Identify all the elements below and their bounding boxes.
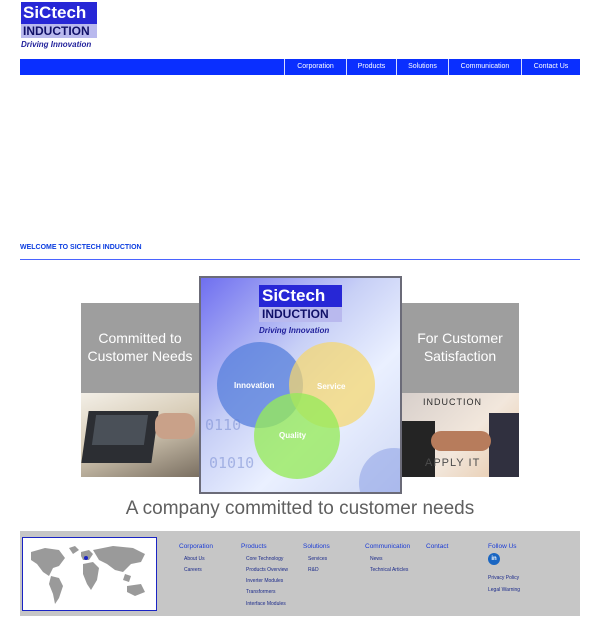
photo-apply-text: APPLY IT	[425, 457, 481, 469]
nav-products[interactable]: Products	[346, 59, 396, 75]
handshake-image	[431, 431, 491, 451]
laptop-photo	[81, 393, 199, 477]
decorative-circle	[359, 448, 400, 492]
world-map-image[interactable]	[22, 537, 157, 611]
banner-left-text: Committed to Customer Needs	[87, 330, 193, 364]
footer-heading-solutions[interactable]: Solutions	[303, 543, 330, 550]
footer-link-about-us[interactable]: About Us	[184, 556, 205, 562]
footer-link-technical-articles[interactable]: Technical Articles	[370, 567, 408, 573]
banner-caption: A company committed to customer needs	[125, 498, 475, 519]
logo-line-2: INDUCTION	[21, 24, 97, 38]
site-logo[interactable]: SiCtech INDUCTION Driving Innovation	[21, 2, 97, 49]
welcome-heading: WELCOME TO SICTECH INDUCTION	[20, 244, 142, 251]
footer-heading-follow-us: Follow Us	[488, 543, 517, 550]
logo-tagline: Driving Innovation	[21, 40, 92, 49]
banner-logo-line-2: INDUCTION	[259, 307, 342, 322]
footer-link-core-technology[interactable]: Core Technology	[246, 556, 283, 562]
footer-link-services[interactable]: Services	[308, 556, 327, 562]
nav-contact-us[interactable]: Contact Us	[521, 59, 580, 75]
main-nav: Corporation Products Solutions Communica…	[20, 59, 580, 75]
banner-logo-line-1: SiCtech	[259, 285, 342, 307]
logo-line-1: SiCtech	[21, 2, 97, 24]
footer-link-inverter-modules[interactable]: Inverter Modules	[246, 578, 283, 584]
nav-solutions[interactable]: Solutions	[396, 59, 448, 75]
site-footer: Corporation About Us Careers Products Co…	[20, 531, 580, 616]
banner-tagline: Driving Innovation	[259, 326, 330, 335]
footer-link-legal-warning[interactable]: Legal Warning	[488, 587, 520, 593]
footer-heading-corporation[interactable]: Corporation	[179, 543, 213, 550]
banner-center-card: 0110 01010 SiCtech INDUCTION Driving Inn…	[199, 276, 402, 494]
banner-right-panel: For Customer Satisfaction INDUCTION APPL…	[401, 303, 519, 477]
footer-link-careers[interactable]: Careers	[184, 567, 202, 573]
hero-banner: Committed to Customer Needs For Customer…	[81, 276, 519, 523]
photo-induction-text: INDUCTION	[423, 397, 482, 407]
footer-link-interface-modules[interactable]: Interface Modules	[246, 601, 286, 607]
handshake-photo: INDUCTION APPLY IT	[401, 393, 519, 477]
banner-right-text: For Customer Satisfaction	[417, 330, 503, 364]
quality-label: Quality	[279, 431, 307, 440]
footer-link-news[interactable]: News	[370, 556, 383, 562]
page: SiCtech INDUCTION Driving Innovation Cor…	[0, 0, 600, 638]
footer-heading-products[interactable]: Products	[241, 543, 267, 550]
laptop-icon	[81, 411, 159, 463]
service-label: Service	[317, 382, 346, 391]
footer-link-products-overview[interactable]: Products Overview	[246, 567, 288, 573]
nav-corporation[interactable]: Corporation	[284, 59, 346, 75]
nav-communication[interactable]: Communication	[448, 59, 521, 75]
banner-logo: SiCtech INDUCTION	[259, 285, 342, 322]
linkedin-icon[interactable]: in	[488, 553, 500, 565]
innovation-label: Innovation	[234, 381, 275, 390]
footer-link-r-and-d[interactable]: R&D	[308, 567, 319, 573]
footer-link-transformers[interactable]: Transformers	[246, 589, 276, 595]
footer-heading-contact[interactable]: Contact	[426, 543, 448, 550]
footer-heading-communication[interactable]: Communication	[365, 543, 410, 550]
footer-link-privacy-policy[interactable]: Privacy Policy	[488, 575, 519, 581]
binary-decoration-2: 01010	[209, 454, 255, 472]
banner-left-panel: Committed to Customer Needs	[81, 303, 199, 477]
hand-writing-image	[155, 413, 195, 439]
welcome-divider	[20, 259, 580, 260]
